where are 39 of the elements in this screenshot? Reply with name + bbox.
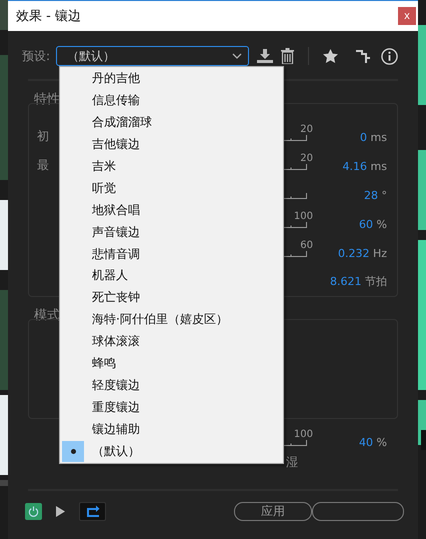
wet-label: 湿	[286, 454, 298, 471]
window-title: 效果 - 镶边	[16, 8, 82, 25]
menu-item[interactable]: 海特·阿什伯里（嬉皮区）	[60, 308, 283, 331]
power-icon	[28, 506, 39, 516]
info-icon[interactable]	[381, 48, 398, 64]
menu-item[interactable]: 丹的吉他	[60, 68, 283, 90]
trash-icon[interactable]	[281, 48, 294, 64]
download-icon[interactable]	[257, 49, 274, 63]
loop-button[interactable]	[79, 502, 106, 520]
parameter-label: 最	[36, 157, 50, 174]
menu-item[interactable]: 机器人	[60, 265, 283, 287]
parameter-value[interactable]: 8.621 节拍	[307, 274, 397, 289]
close-button[interactable]: x	[398, 7, 416, 25]
play-icon[interactable]	[56, 506, 65, 516]
menu-item[interactable]: 信息传输	[60, 90, 283, 112]
menu-item[interactable]: 死亡丧钟	[60, 286, 283, 309]
menu-item[interactable]: 轻度镶边	[60, 374, 283, 396]
menu-item[interactable]: 听觉	[60, 177, 283, 200]
chevron-icon	[232, 53, 242, 59]
preset-dropdown[interactable]: （默认）	[56, 46, 250, 66]
menu-item[interactable]: 声音镶边	[60, 221, 283, 244]
parameter-value[interactable]: 28 °	[307, 189, 397, 202]
menu-item[interactable]: 吉米	[60, 156, 283, 178]
menu-item[interactable]: 蜂鸣	[60, 352, 283, 374]
parameter-label: 初	[36, 128, 50, 145]
menu-item[interactable]: 悲情音调	[60, 243, 283, 266]
power-button[interactable]	[25, 502, 42, 520]
menu-item[interactable]: （默认）	[60, 440, 283, 462]
menu-item[interactable]: 重度镶边	[60, 396, 283, 418]
loop-icon	[86, 505, 100, 517]
menu-item[interactable]: 镶边辅助	[60, 418, 283, 440]
preset-label: 预设:	[22, 48, 50, 64]
menu-item[interactable]: 吉他镶边	[60, 134, 283, 156]
menu-item[interactable]: 合成溜溜球	[60, 112, 283, 134]
star-icon[interactable]	[323, 49, 338, 63]
menu-item[interactable]: 地狱合唱	[60, 199, 283, 222]
menu-item[interactable]: 球体滚滚	[60, 330, 283, 353]
apply-button[interactable]: 应用	[234, 502, 312, 520]
routing-icon[interactable]	[356, 49, 371, 63]
